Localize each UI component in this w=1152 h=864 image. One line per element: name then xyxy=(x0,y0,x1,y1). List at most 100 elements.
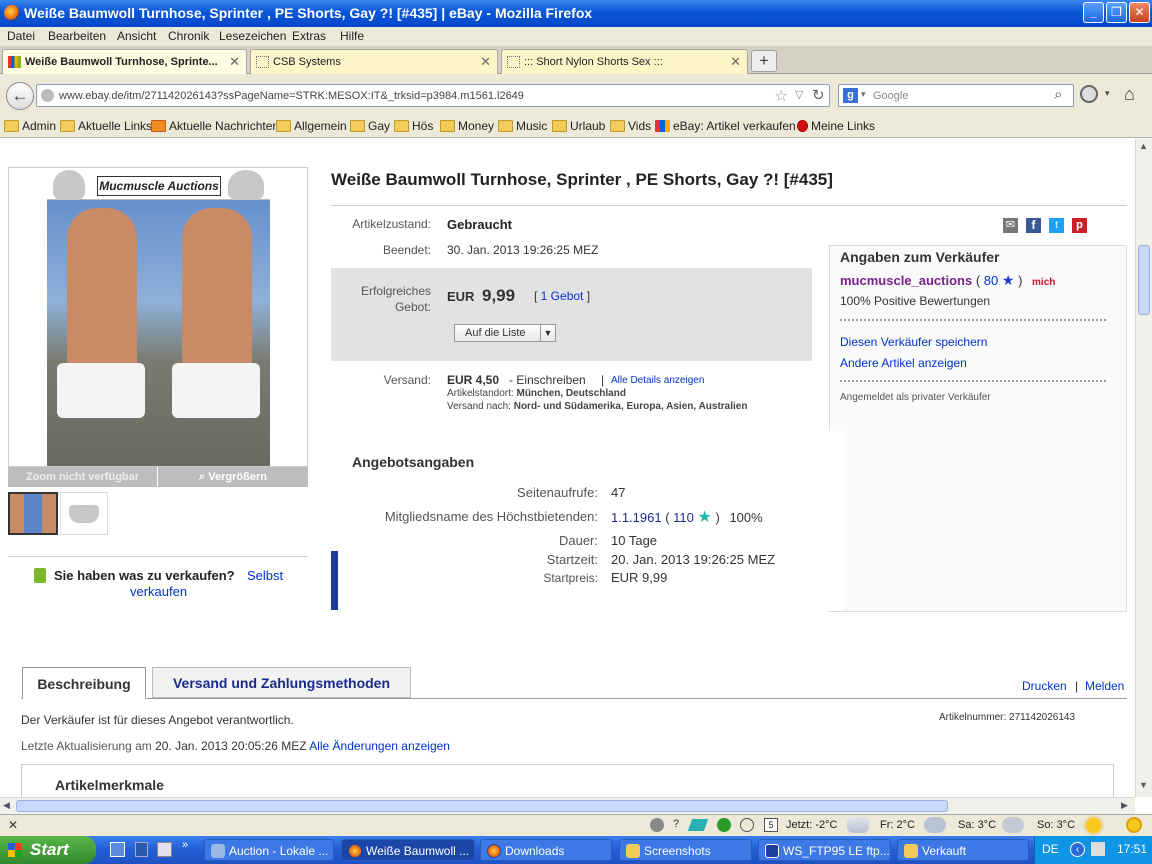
sell-link[interactable]: Selbst xyxy=(247,568,283,583)
bookmark-vids[interactable]: Vids xyxy=(610,119,651,133)
calendar-icon: 5 xyxy=(764,818,778,832)
bookmark-hoes[interactable]: Hös xyxy=(394,119,433,133)
scroll-right-icon[interactable]: ▶ xyxy=(1121,800,1128,811)
engine-dropdown-icon[interactable]: ▾ xyxy=(861,89,866,100)
h-scroll-thumb[interactable] xyxy=(16,800,948,812)
dropdown-arrow-icon[interactable]: ▽ xyxy=(795,88,803,101)
google-icon: g xyxy=(843,88,858,103)
menu-hilfe[interactable]: Hilfe xyxy=(340,29,364,43)
task-verkauft[interactable]: Verkauft xyxy=(897,839,1029,861)
minimize-button[interactable]: _ xyxy=(1083,2,1104,23)
folder-icon xyxy=(4,120,19,132)
addon-dropdown-icon[interactable]: ▾ xyxy=(1105,88,1110,99)
start-button[interactable]: Start xyxy=(0,836,96,864)
scroll-thumb[interactable] xyxy=(1138,245,1150,315)
item-photo[interactable]: Mucmuscle Auctions xyxy=(47,168,270,466)
email-share-icon[interactable]: ✉ xyxy=(1003,218,1018,233)
bookmark-urlaub[interactable]: Urlaub xyxy=(552,119,605,133)
changes-link[interactable]: Alle Änderungen anzeigen xyxy=(309,739,450,753)
shorts-thumbnail-icon xyxy=(69,505,99,523)
turquoise-star-icon: ★ xyxy=(697,509,712,526)
quicklaunch-desktop-icon[interactable] xyxy=(157,842,172,857)
search-input[interactable]: Google xyxy=(873,90,908,102)
print-link[interactable]: Drucken xyxy=(1022,679,1067,693)
facebook-icon[interactable]: f xyxy=(1026,218,1041,233)
task-firefox-ebay[interactable]: Weiße Baumwoll ... xyxy=(341,839,475,861)
white-shorts-left xyxy=(57,363,145,418)
bidder-name-link[interactable]: 1.1.1961 xyxy=(611,510,662,525)
bids-link[interactable]: [ 1 Gebot ] xyxy=(534,289,590,303)
pinterest-icon[interactable]: p xyxy=(1072,218,1087,233)
bookmark-aktuelle-links[interactable]: Aktuelle Links xyxy=(60,119,152,133)
cloud-icon xyxy=(1002,817,1024,833)
bookmark-ebay-verkaufen[interactable]: eBay: Artikel verkaufen xyxy=(655,119,796,133)
menu-extras[interactable]: Extras xyxy=(292,29,326,43)
language-indicator[interactable]: DE xyxy=(1042,842,1059,856)
other-items-link[interactable]: Andere Artikel anzeigen xyxy=(840,356,967,370)
windows-logo-icon xyxy=(8,843,22,857)
task-ws-ftp[interactable]: WS_FTP95 LE ftp.... xyxy=(758,839,891,861)
tab-shipping-payment[interactable]: Versand und Zahlungsmethoden xyxy=(152,667,411,698)
tab-ebay-item[interactable]: Weiße Baumwoll Turnhose, Sprinte... ✕ xyxy=(2,49,247,75)
close-tab-icon[interactable]: ✕ xyxy=(480,54,491,70)
menu-bearbeiten[interactable]: Bearbeiten xyxy=(48,29,106,43)
task-screenshots[interactable]: Screenshots xyxy=(619,839,752,861)
bookmark-aktuelle-nachrichten[interactable]: Aktuelle Nachrichten xyxy=(151,119,279,133)
close-tab-icon[interactable]: ✕ xyxy=(730,54,741,70)
report-link[interactable]: Melden xyxy=(1085,679,1124,693)
bookmark-allgemein[interactable]: Allgemein xyxy=(276,119,347,133)
seller-name-link[interactable]: mucmuscle_auctions xyxy=(840,273,972,288)
close-button[interactable]: ✕ xyxy=(1129,2,1150,23)
seller-score[interactable]: 80 xyxy=(984,273,998,288)
thumbnail-2[interactable] xyxy=(60,492,108,535)
save-seller-link[interactable]: Diesen Verkäufer speichern xyxy=(840,335,987,349)
enlarge-button[interactable]: ⌕ Vergrößern xyxy=(158,467,308,487)
url-bar[interactable]: www.ebay.de/itm/271142026143?ssPageName=… xyxy=(36,84,830,107)
tab-description[interactable]: Beschreibung xyxy=(22,667,146,699)
item-number: Artikelnummer: 271142026143 xyxy=(939,712,1076,723)
bookmark-admin[interactable]: Admin xyxy=(4,119,56,133)
back-arrow-icon[interactable]: ← xyxy=(6,82,34,110)
sync-icon xyxy=(687,819,709,831)
menu-lesezeichen[interactable]: Lesezeichen xyxy=(219,29,286,43)
watch-list-button[interactable]: Auf die Liste ▼ xyxy=(454,324,556,342)
menu-ansicht[interactable]: Ansicht xyxy=(117,29,156,43)
menu-datei[interactable]: Datei xyxy=(7,29,35,43)
search-bar[interactable]: g ▾ Google ⌕ xyxy=(838,84,1074,107)
task-downloads[interactable]: Downloads xyxy=(480,839,612,861)
tab-short-nylon[interactable]: ::: Short Nylon Shorts Sex ::: ✕ xyxy=(501,49,748,74)
quicklaunch-more-icon[interactable]: » xyxy=(182,839,188,851)
reload-icon[interactable]: ↻ xyxy=(812,86,825,104)
views-value: 47 xyxy=(611,485,626,500)
twitter-icon[interactable]: t xyxy=(1049,218,1064,233)
bookmark-music[interactable]: Music xyxy=(498,119,547,133)
thumbnail-1[interactable] xyxy=(8,492,58,535)
shipping-details-link[interactable]: Alle Details anzeigen xyxy=(611,375,704,386)
price-tag-icon xyxy=(34,568,46,583)
horizontal-scrollbar[interactable]: ◀ ▶ xyxy=(0,797,1135,814)
vertical-scrollbar[interactable]: ▲ ▼ xyxy=(1135,139,1152,797)
new-tab-button[interactable]: + xyxy=(751,50,777,72)
menu-chronik[interactable]: Chronik xyxy=(168,29,209,43)
search-icon[interactable]: ⌕ xyxy=(1054,86,1062,103)
tray-expand-icon[interactable]: ‹ xyxy=(1070,842,1085,857)
bookmark-meine-links[interactable]: Meine Links xyxy=(797,119,875,133)
scroll-down-icon[interactable]: ▼ xyxy=(1139,780,1148,790)
scroll-left-icon[interactable]: ◀ xyxy=(3,800,10,811)
quicklaunch-ie-icon[interactable] xyxy=(110,842,125,857)
bookmark-money[interactable]: Money xyxy=(440,119,494,133)
scroll-up-icon[interactable]: ▲ xyxy=(1139,141,1148,151)
addon-icon[interactable] xyxy=(1080,85,1098,103)
quicklaunch-phone-icon[interactable] xyxy=(135,842,148,857)
close-statusbar-icon[interactable]: ✕ xyxy=(8,818,18,832)
maximize-button[interactable]: ❐ xyxy=(1106,2,1127,23)
weather-now: Jetzt: -2°C xyxy=(786,819,838,831)
bookmark-star-icon[interactable]: ☆ xyxy=(774,86,788,106)
tab-csb-systems[interactable]: CSB Systems ✕ xyxy=(250,49,498,74)
bookmark-gay[interactable]: Gay xyxy=(350,119,390,133)
close-tab-icon[interactable]: ✕ xyxy=(229,54,240,70)
task-auction-lokale[interactable]: Auction - Lokale ... xyxy=(204,839,334,861)
sell-link-2[interactable]: verkaufen xyxy=(130,584,187,599)
bidder-score[interactable]: 110 xyxy=(673,510,694,525)
home-icon[interactable]: ⌂ xyxy=(1124,84,1135,105)
